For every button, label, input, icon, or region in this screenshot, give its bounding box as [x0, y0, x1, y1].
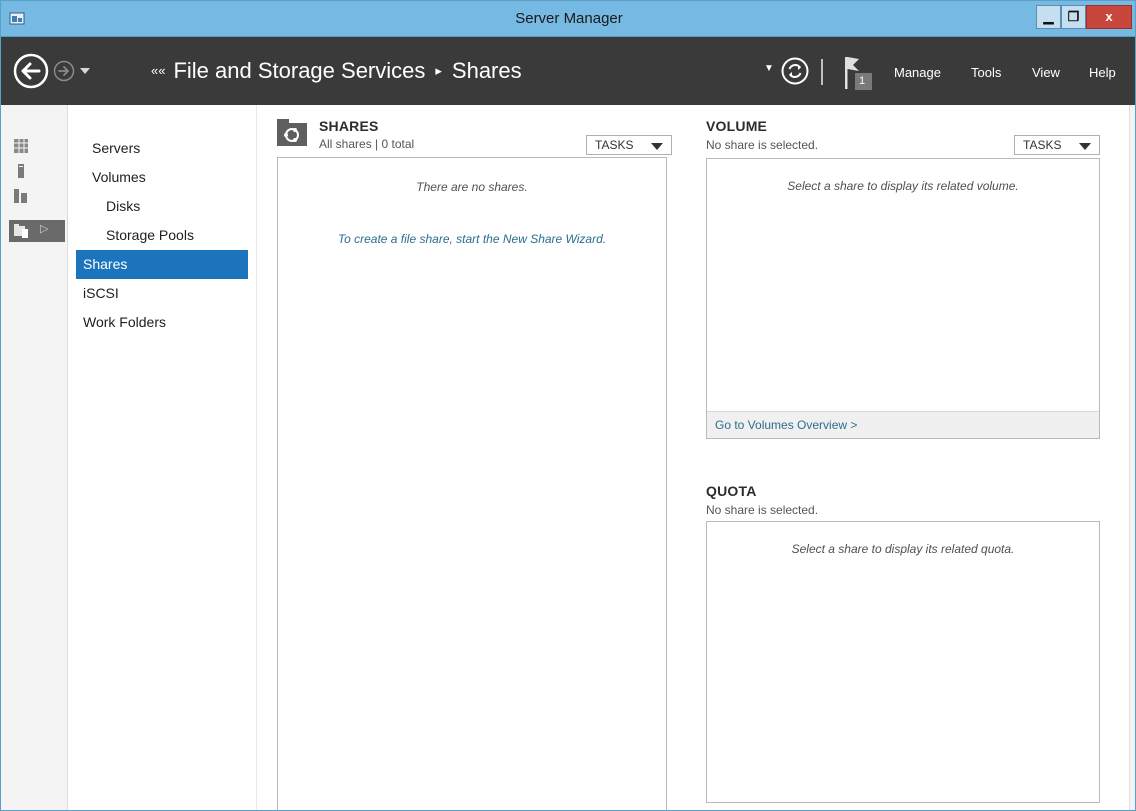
close-button[interactable]: x — [1086, 5, 1132, 29]
breadcrumb: «« File and Storage Services ▸ Shares — [151, 58, 522, 84]
rail-file-storage-services[interactable]: ▷ — [9, 220, 65, 242]
quota-title: QUOTA — [706, 483, 757, 499]
new-share-wizard-link[interactable]: To create a file share, start the New Sh… — [278, 232, 666, 246]
rail-local-server[interactable] — [9, 160, 65, 182]
volume-message: Select a share to display its related vo… — [787, 179, 1019, 193]
restore-icon: ❐ — [1067, 9, 1080, 24]
shares-tasks-label: TASKS — [595, 138, 634, 152]
shares-empty-message: There are no shares. — [416, 180, 528, 194]
volume-tasks-button[interactable]: TASKS — [1014, 135, 1100, 155]
restore-button[interactable]: ❐ — [1061, 5, 1086, 29]
menu-manage[interactable]: Manage — [894, 65, 941, 80]
nav-item-iscsi[interactable]: iSCSI — [76, 279, 248, 308]
header-separator — [821, 59, 823, 85]
shares-panel: There are no shares. To create a file sh… — [277, 157, 667, 810]
close-icon: x — [1105, 9, 1113, 24]
shares-tasks-button[interactable]: TASKS — [586, 135, 672, 155]
back-icon[interactable] — [13, 53, 49, 89]
nav-item-servers[interactable]: Servers — [76, 134, 248, 163]
history-dropdown-icon[interactable] — [79, 67, 91, 75]
nav-item-shares[interactable]: Shares — [76, 250, 248, 279]
icon-rail: ▷ — [1, 105, 68, 810]
vertical-scrollbar[interactable] — [1129, 105, 1135, 810]
window-title: Server Manager — [515, 10, 623, 27]
forward-icon[interactable] — [53, 60, 75, 82]
nav-item-work-folders[interactable]: Work Folders — [76, 308, 248, 337]
menu-view[interactable]: View — [1032, 65, 1060, 80]
volume-title: VOLUME — [706, 118, 768, 134]
breadcrumb-root[interactable]: File and Storage Services — [173, 58, 425, 83]
local-server-icon — [18, 164, 24, 178]
rail-all-servers[interactable] — [9, 185, 65, 207]
minimize-button[interactable]: ▁ — [1036, 5, 1061, 29]
menu-help[interactable]: Help — [1089, 65, 1116, 80]
nav-item-volumes[interactable]: Volumes — [76, 163, 248, 192]
breadcrumb-back-icon[interactable]: «« — [151, 63, 173, 78]
volume-panel-footer: Go to Volumes Overview > — [707, 411, 1099, 438]
breadcrumb-separator-icon: ▸ — [435, 63, 442, 78]
minimize-icon: ▁ — [1043, 9, 1054, 24]
all-servers-icon — [14, 189, 27, 203]
pane-divider — [256, 105, 257, 810]
refresh-icon[interactable] — [781, 57, 809, 85]
header-bar: «« File and Storage Services ▸ Shares ▼ 1 M… — [1, 37, 1135, 105]
volume-panel: Select a share to display its related vo… — [706, 158, 1100, 439]
shares-subtitle: All shares | 0 total — [319, 137, 415, 151]
nav-list: Servers Volumes Disks Storage Pools Shar… — [76, 134, 248, 337]
notifications-flag[interactable]: 1 — [839, 55, 879, 91]
quota-panel: Select a share to display its related qu… — [706, 521, 1100, 803]
go-to-volumes-overview-link[interactable]: Go to Volumes Overview > — [715, 418, 857, 432]
quota-message: Select a share to display its related qu… — [791, 542, 1015, 556]
volume-tasks-label: TASKS — [1023, 138, 1062, 152]
volume-subtitle: No share is selected. — [706, 138, 819, 152]
dashboard-icon — [14, 139, 28, 153]
expand-arrow-icon: ▷ — [40, 223, 49, 235]
file-storage-icon — [14, 224, 28, 238]
volume-tasks-dropdown-icon — [1079, 143, 1091, 150]
nav-item-disks[interactable]: Disks — [76, 192, 248, 221]
rail-dashboard[interactable] — [9, 135, 65, 157]
header-dropdown-icon[interactable]: ▼ — [764, 63, 774, 74]
menu-tools[interactable]: Tools — [971, 65, 1001, 80]
shares-tasks-dropdown-icon — [651, 143, 663, 150]
nav-item-storage-pools[interactable]: Storage Pools — [76, 221, 248, 250]
breadcrumb-current: Shares — [451, 58, 522, 83]
shares-tile-icon — [277, 119, 307, 146]
quota-subtitle: No share is selected. — [706, 503, 819, 517]
title-bar[interactable]: Server Manager ▁ ❐ x — [1, 1, 1135, 37]
server-manager-window: Server Manager ▁ ❐ x «« File and Storage … — [0, 0, 1136, 811]
notification-count: 1 — [859, 75, 866, 87]
shares-title: SHARES — [319, 118, 379, 134]
